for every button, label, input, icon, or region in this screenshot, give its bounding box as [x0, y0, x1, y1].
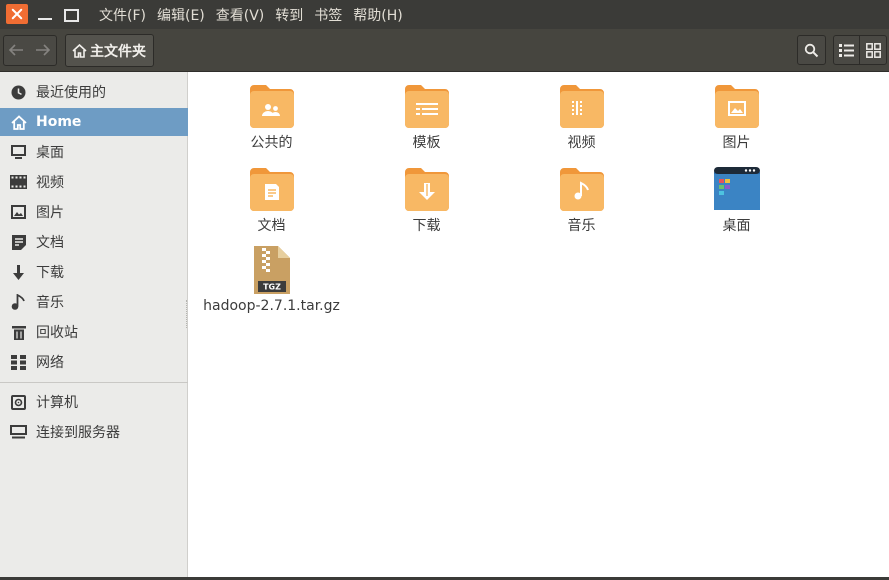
- file-label: 文档: [257, 218, 286, 234]
- sidebar-item-documents[interactable]: 文档: [0, 228, 188, 256]
- computer-icon: [10, 394, 27, 410]
- sidebar-item-label: 视频: [36, 175, 64, 191]
- menu-edit[interactable]: 编辑(E): [157, 5, 205, 25]
- close-window-button[interactable]: [6, 4, 28, 24]
- file-item-documents[interactable]: 文档: [194, 166, 349, 235]
- file-label: 公共的: [250, 135, 293, 151]
- file-label: 图片: [722, 135, 751, 151]
- file-label: 模板: [412, 135, 441, 151]
- search-icon: [804, 43, 819, 57]
- sidebar-resize-handle[interactable]: [186, 300, 188, 328]
- menu-file[interactable]: 文件(F): [99, 5, 146, 25]
- network-icon: [10, 354, 27, 370]
- sidebar-item-label: 计算机: [36, 395, 78, 411]
- back-button[interactable]: [3, 35, 29, 65]
- sidebar-item-home[interactable]: Home: [0, 108, 188, 136]
- arrow-right-icon: [36, 44, 51, 56]
- videos-folder-icon: [559, 85, 604, 128]
- menu-view[interactable]: 查看(V): [216, 5, 265, 25]
- sidebar-item-desktop[interactable]: 桌面: [0, 138, 188, 166]
- music-icon: [10, 294, 27, 310]
- file-item-music[interactable]: 音乐: [504, 166, 659, 235]
- server-icon: [10, 424, 27, 440]
- trash-icon: [10, 324, 27, 340]
- file-item-hadoop-archive[interactable]: TGZ hadoop-2.7.1.tar.gz: [194, 246, 349, 314]
- sidebar-item-label: 桌面: [36, 145, 64, 161]
- file-item-public[interactable]: 公共的: [194, 83, 349, 152]
- forward-button[interactable]: [30, 35, 56, 65]
- file-item-videos[interactable]: 视频: [504, 83, 659, 152]
- desktop-folder-icon: [713, 167, 760, 210]
- toolbar: 主文件夹: [0, 29, 889, 72]
- templates-folder-icon: [404, 85, 449, 128]
- file-label: 音乐: [567, 218, 596, 234]
- file-item-desktop[interactable]: 桌面: [659, 166, 814, 235]
- sidebar-item-label: 音乐: [36, 295, 64, 311]
- sidebar-item-videos[interactable]: 视频: [0, 168, 188, 196]
- home-icon: [72, 43, 87, 58]
- view-toggle-group: [833, 35, 887, 65]
- menu-items: 文件(F) 编辑(E) 查看(V) 转到 书签 帮助(H): [99, 0, 414, 29]
- menu-help[interactable]: 帮助(H): [353, 5, 402, 25]
- sidebar-item-label: 下载: [36, 265, 64, 281]
- archive-file-icon: TGZ: [253, 246, 290, 294]
- menu-go[interactable]: 转到: [275, 5, 303, 25]
- sidebar-item-label: Home: [36, 114, 82, 130]
- sidebar-item-label: 最近使用的: [36, 85, 106, 101]
- menu-bar: 文件(F) 编辑(E) 查看(V) 转到 书签 帮助(H): [0, 0, 889, 29]
- sidebar-item-network[interactable]: 网络: [0, 348, 188, 376]
- pictures-icon: [10, 204, 27, 220]
- sidebar-item-pictures[interactable]: 图片: [0, 198, 188, 226]
- sidebar-item-label: 连接到服务器: [36, 425, 120, 441]
- download-icon: [10, 264, 27, 280]
- sidebar-item-music[interactable]: 音乐: [0, 288, 188, 316]
- sidebar-item-trash[interactable]: 回收站: [0, 318, 188, 346]
- sidebar-item-label: 网络: [36, 355, 64, 371]
- archive-badge: TGZ: [263, 283, 281, 292]
- menu-bookmarks[interactable]: 书签: [314, 5, 342, 25]
- file-label: hadoop-2.7.1.tar.gz: [203, 298, 340, 314]
- sidebar: 最近使用的 Home 桌面 视频 图片 文档 下载 音乐 回收站 网络 计算机: [0, 72, 188, 580]
- sidebar-item-downloads[interactable]: 下载: [0, 258, 188, 286]
- document-icon: [10, 234, 27, 250]
- arrow-left-icon: [8, 44, 23, 56]
- downloads-folder-icon: [404, 168, 449, 211]
- breadcrumb-home[interactable]: 主文件夹: [65, 34, 154, 67]
- search-button[interactable]: [797, 35, 826, 65]
- sidebar-item-connect-server[interactable]: 连接到服务器: [0, 418, 188, 446]
- sidebar-item-recent[interactable]: 最近使用的: [0, 78, 188, 106]
- file-view: 公共的 模板 视频 图片 文档 下载 音乐 桌面 TGZ hadoop-2.7.…: [189, 72, 889, 580]
- file-item-pictures[interactable]: 图片: [659, 83, 814, 152]
- sidebar-item-computer[interactable]: 计算机: [0, 388, 188, 416]
- minimize-window-button[interactable]: [35, 5, 55, 24]
- grid-view-icon: [865, 42, 881, 58]
- public-folder-icon: [249, 85, 294, 128]
- file-item-templates[interactable]: 模板: [349, 83, 504, 152]
- sidebar-item-label: 回收站: [36, 325, 78, 341]
- maximize-window-button[interactable]: [61, 5, 81, 24]
- home-icon: [10, 114, 27, 130]
- breadcrumb-label: 主文件夹: [90, 43, 146, 60]
- file-label: 下载: [412, 218, 441, 234]
- desktop-icon: [10, 144, 27, 160]
- video-icon: [10, 174, 27, 190]
- documents-folder-icon: [249, 168, 294, 211]
- file-label: 桌面: [722, 218, 751, 234]
- sidebar-separator: [0, 382, 188, 383]
- music-folder-icon: [559, 168, 604, 211]
- sidebar-item-label: 图片: [36, 205, 64, 221]
- file-label: 视频: [567, 135, 596, 151]
- grid-view-button[interactable]: [860, 36, 886, 64]
- list-view-icon: [839, 43, 854, 57]
- file-item-downloads[interactable]: 下载: [349, 166, 504, 235]
- pictures-folder-icon: [714, 85, 759, 128]
- list-view-button[interactable]: [834, 36, 860, 64]
- sidebar-item-label: 文档: [36, 235, 64, 251]
- clock-icon: [10, 84, 27, 100]
